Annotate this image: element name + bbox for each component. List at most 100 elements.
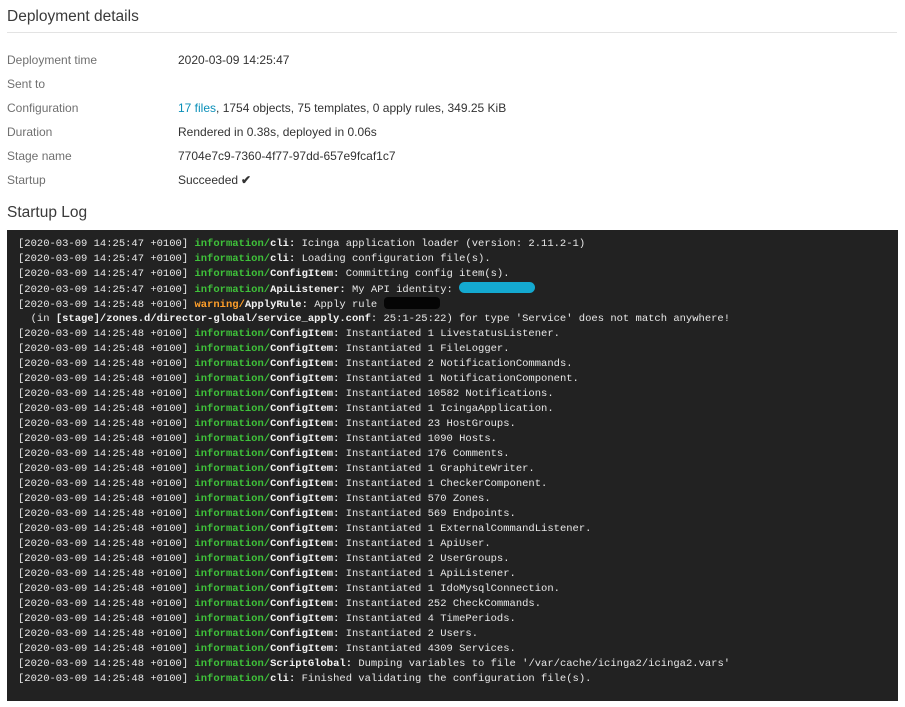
log-line: [2020-03-09 14:25:48 +0100] information/… (18, 523, 592, 535)
log-facility: ConfigItem (270, 613, 334, 625)
log-facility: ConfigItem (270, 478, 334, 490)
log-message: Instantiated 176 Comments. (345, 448, 510, 460)
log-line: [2020-03-09 14:25:48 +0100] information/… (18, 553, 510, 565)
log-line: [2020-03-09 14:25:47 +0100] information/… (18, 282, 898, 297)
detail-value: 17 files, 1754 objects, 75 templates, 0 … (178, 101, 506, 115)
log-line: [2020-03-09 14:25:48 +0100] information/… (18, 418, 516, 430)
log-line: [2020-03-09 14:25:48 +0100] information/… (18, 568, 516, 580)
log-timestamp: [2020-03-09 14:25:48 +0100] (18, 403, 189, 415)
log-facility: cli (270, 238, 289, 250)
log-severity: information (194, 388, 264, 400)
log-timestamp: [2020-03-09 14:25:48 +0100] (18, 553, 189, 565)
log-message: Instantiated 1 IcingaApplication. (345, 403, 554, 415)
log-message: Instantiated 1 NotificationComponent. (345, 373, 579, 385)
detail-label: Duration (7, 125, 53, 139)
log-severity: information (194, 598, 264, 610)
log-timestamp: [2020-03-09 14:25:47 +0100] (18, 268, 189, 280)
log-message: Instantiated 1 CheckerComponent. (345, 478, 548, 490)
log-message: Loading configuration file(s). (301, 253, 491, 265)
log-timestamp: [2020-03-09 14:25:48 +0100] (18, 523, 189, 535)
log-message: Instantiated 23 HostGroups. (345, 418, 516, 430)
log-facility: ConfigItem (270, 328, 334, 340)
log-severity: information (194, 328, 264, 340)
log-line: [2020-03-09 14:25:48 +0100] information/… (18, 388, 554, 400)
log-line: [2020-03-09 14:25:48 +0100] information/… (18, 613, 516, 625)
log-message: Instantiated 1 ApiUser. (345, 538, 491, 550)
log-severity: information (194, 643, 264, 655)
config-summary: , 1754 objects, 75 templates, 0 apply ru… (216, 101, 507, 115)
log-message: Instantiated 252 CheckCommands. (345, 598, 542, 610)
log-facility: ApplyRule (244, 299, 302, 311)
log-facility: ApiListener (270, 284, 340, 296)
log-severity: information (194, 268, 264, 280)
log-facility: ConfigItem (270, 538, 334, 550)
log-timestamp: [2020-03-09 14:25:48 +0100] (18, 673, 189, 685)
log-severity: information (194, 568, 264, 580)
log-timestamp: [2020-03-09 14:25:47 +0100] (18, 238, 189, 250)
log-facility: ConfigItem (270, 388, 334, 400)
config-files-link[interactable]: 17 files (178, 101, 216, 115)
check-icon: ✔ (241, 173, 252, 187)
log-facility: ConfigItem (270, 523, 334, 535)
log-message: Instantiated 2 UserGroups. (345, 553, 510, 565)
log-message: Instantiated 1 ExternalCommandListener. (345, 523, 592, 535)
log-facility: ConfigItem (270, 583, 334, 595)
log-facility: ConfigItem (270, 268, 334, 280)
startup-status: Succeeded ✔ (178, 173, 251, 187)
detail-value: Rendered in 0.38s, deployed in 0.06s (178, 125, 377, 139)
log-message: Apply rule (314, 299, 384, 311)
log-config-path: [stage]/zones.d/director-global/service_… (55, 313, 371, 325)
log-continuation: (in (18, 313, 56, 325)
log-line: [2020-03-09 14:25:48 +0100] warning/Appl… (18, 297, 898, 312)
log-message: Instantiated 1090 Hosts. (345, 433, 497, 445)
startup-log-console: [2020-03-09 14:25:47 +0100] information/… (7, 230, 898, 701)
startup-log-title: Startup Log (7, 204, 88, 221)
log-facility: ConfigItem (270, 628, 334, 640)
deployment-details-title: Deployment details (7, 8, 897, 33)
log-facility: ConfigItem (270, 643, 334, 655)
log-continuation: : 25:1-25:22) for type 'Service' does no… (370, 313, 731, 325)
log-line: [2020-03-09 14:25:48 +0100] information/… (18, 598, 542, 610)
log-facility: ConfigItem (270, 358, 334, 370)
log-line: [2020-03-09 14:25:48 +0100] information/… (18, 538, 491, 550)
log-facility: ConfigItem (270, 343, 334, 355)
log-timestamp: [2020-03-09 14:25:48 +0100] (18, 343, 189, 355)
log-severity: information (194, 523, 264, 535)
log-timestamp: [2020-03-09 14:25:48 +0100] (18, 508, 189, 520)
log-line: [2020-03-09 14:25:48 +0100] information/… (18, 508, 516, 520)
detail-value: 2020-03-09 14:25:47 (178, 53, 290, 67)
log-timestamp: [2020-03-09 14:25:48 +0100] (18, 388, 189, 400)
log-line: [2020-03-09 14:25:48 +0100] information/… (18, 373, 579, 385)
log-facility: cli (270, 253, 289, 265)
log-severity: information (194, 358, 264, 370)
log-message: Icinga application loader (version: 2.11… (301, 238, 586, 250)
log-line: [2020-03-09 14:25:48 +0100] information/… (18, 493, 491, 505)
log-facility: ConfigItem (270, 463, 334, 475)
log-timestamp: [2020-03-09 14:25:48 +0100] (18, 628, 189, 640)
log-severity: warning (194, 299, 239, 311)
log-severity: information (194, 493, 264, 505)
log-severity: information (194, 373, 264, 385)
log-message: My API identity: (352, 284, 460, 296)
log-message: Instantiated 1 IdoMysqlConnection. (345, 583, 560, 595)
log-severity: information (194, 463, 264, 475)
log-timestamp: [2020-03-09 14:25:48 +0100] (18, 463, 189, 475)
log-facility: ConfigItem (270, 598, 334, 610)
log-severity: information (194, 508, 264, 520)
log-line: [2020-03-09 14:25:48 +0100] information/… (18, 628, 479, 640)
log-severity: information (194, 343, 264, 355)
log-line: [2020-03-09 14:25:47 +0100] information/… (18, 253, 491, 265)
log-line: [2020-03-09 14:25:48 +0100] information/… (18, 673, 592, 685)
log-timestamp: [2020-03-09 14:25:48 +0100] (18, 598, 189, 610)
log-message: Instantiated 10582 Notifications. (345, 388, 554, 400)
log-severity: information (194, 403, 264, 415)
log-severity: information (194, 553, 264, 565)
log-timestamp: [2020-03-09 14:25:48 +0100] (18, 613, 189, 625)
log-severity: information (194, 238, 264, 250)
detail-value: 7704e7c9-7360-4f77-97dd-657e9fcaf1c7 (178, 149, 396, 163)
log-severity: information (194, 613, 264, 625)
log-facility: ConfigItem (270, 433, 334, 445)
log-timestamp: [2020-03-09 14:25:48 +0100] (18, 538, 189, 550)
deployment-page: Deployment details Deployment time 2020-… (0, 0, 905, 707)
log-line: [2020-03-09 14:25:48 +0100] information/… (18, 463, 535, 475)
